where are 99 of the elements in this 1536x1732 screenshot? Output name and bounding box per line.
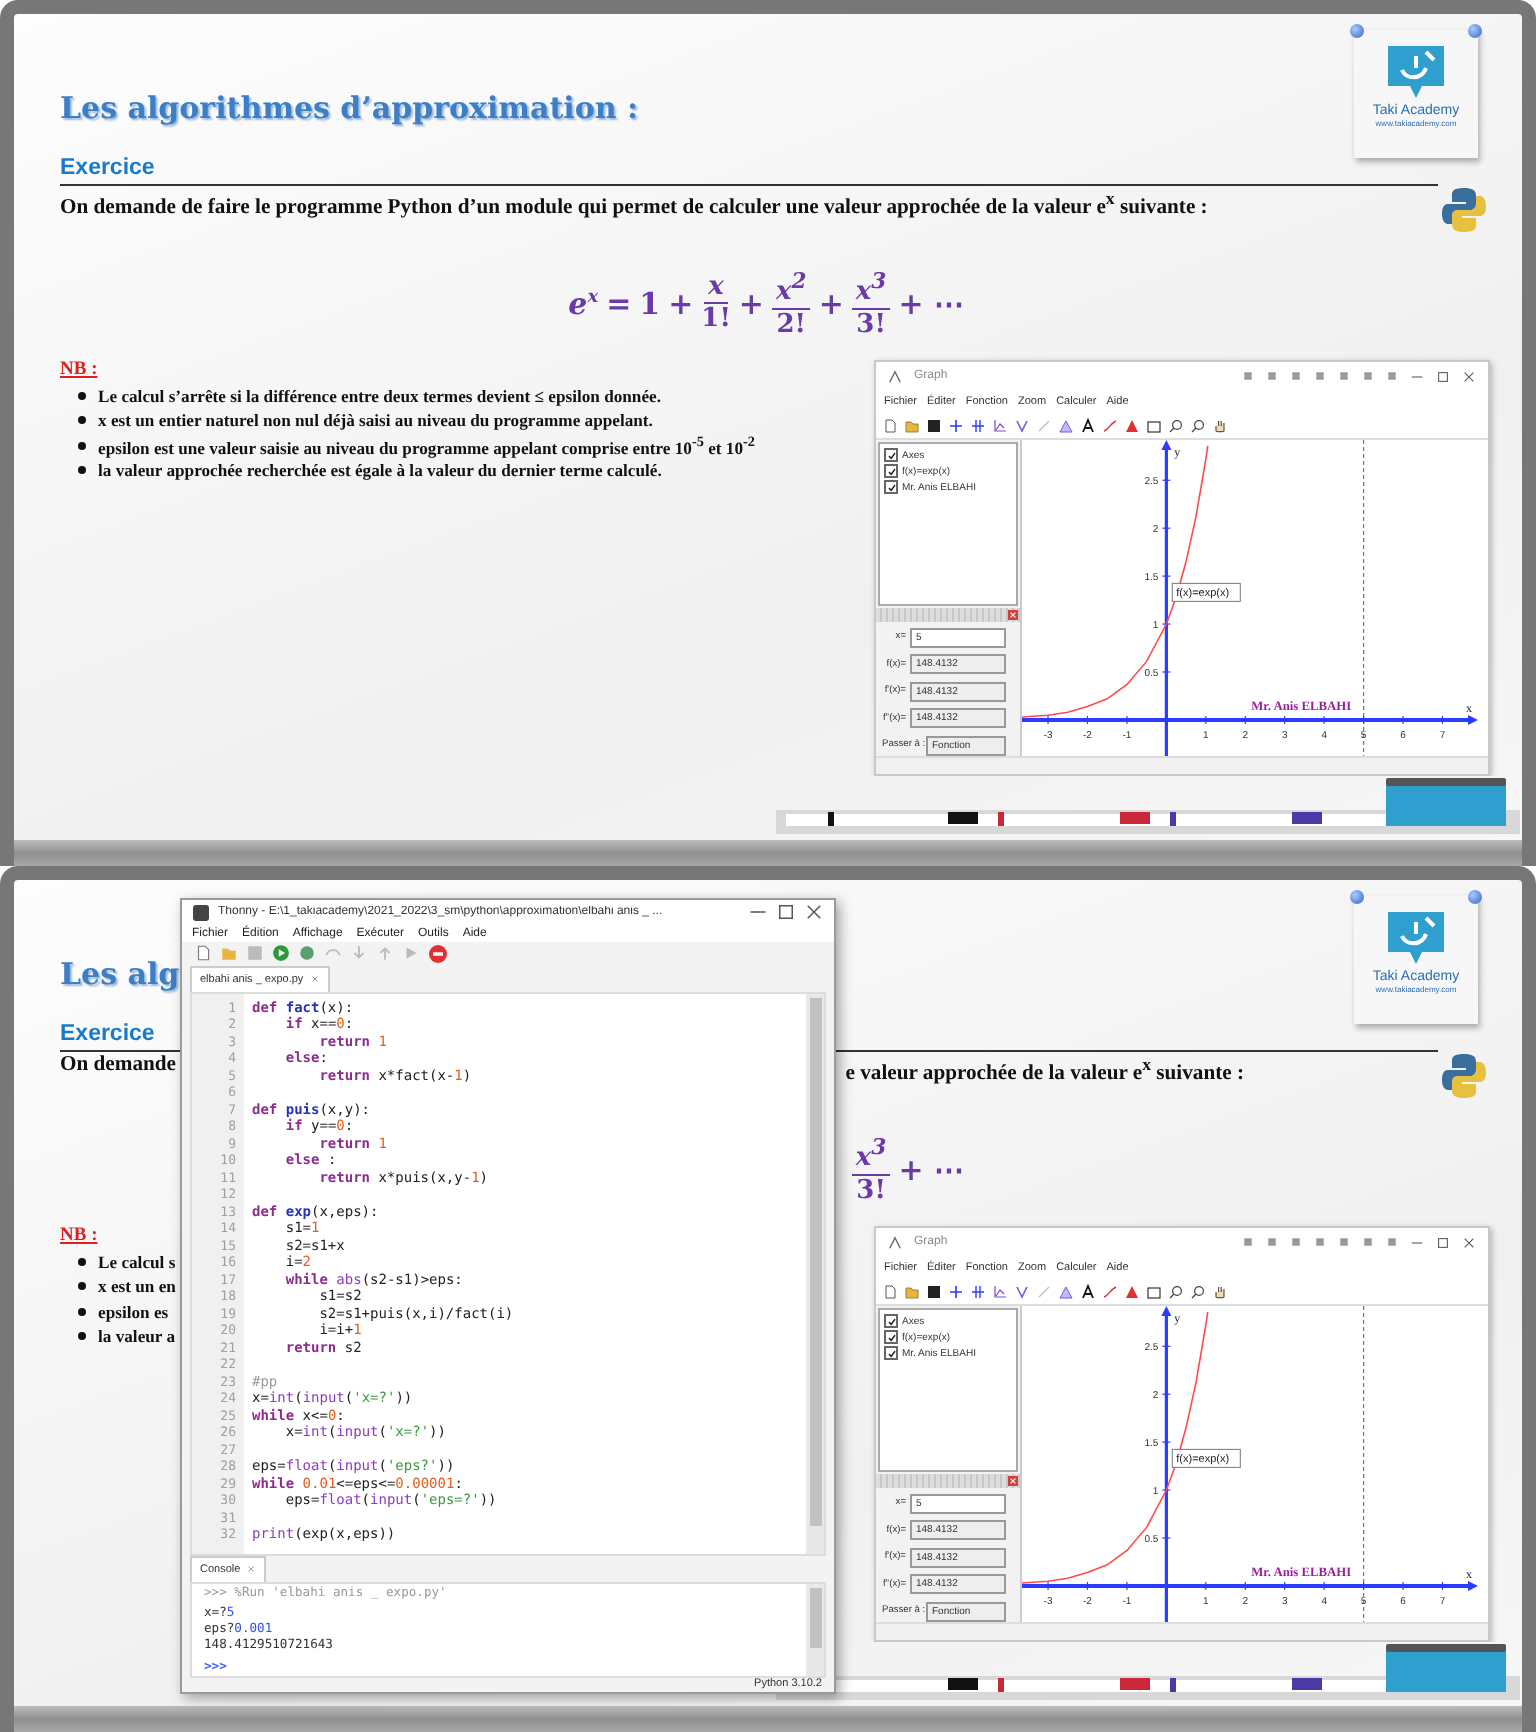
save-icon[interactable]: [926, 1283, 942, 1299]
python-logo-icon: [1438, 1050, 1490, 1103]
maximize-icon[interactable]: [1436, 1235, 1450, 1249]
curve-icon[interactable]: [1102, 1283, 1118, 1299]
plus-axes-icon[interactable]: [948, 1283, 964, 1299]
zoom-out-icon[interactable]: [1190, 1283, 1206, 1299]
zoom-in-icon[interactable]: [1168, 1283, 1184, 1299]
text-a-icon[interactable]: [1080, 1283, 1096, 1299]
logo-icon: [1382, 42, 1450, 102]
close-icon[interactable]: [804, 902, 824, 923]
scrollbar[interactable]: [806, 1583, 824, 1676]
window-icon[interactable]: [1146, 1283, 1162, 1299]
fraction: x$^{3}$ 3!: [851, 266, 891, 340]
pin-icon: [1468, 24, 1482, 38]
bullet-icon: [78, 392, 86, 401]
triangle-icon[interactable]: [1058, 417, 1074, 433]
checkbox[interactable]: [884, 1314, 898, 1328]
code-editor[interactable]: [190, 991, 826, 1556]
filled-shape-icon[interactable]: [1124, 417, 1140, 433]
maximize-icon[interactable]: [1436, 369, 1450, 383]
bullet-icon: [78, 1282, 86, 1291]
panel-splitter[interactable]: [876, 608, 1020, 622]
close-icon[interactable]: [1462, 1235, 1476, 1249]
checkbox[interactable]: [884, 448, 898, 462]
formula-operator: + ⋯: [898, 1151, 964, 1188]
note-item: epsilon es: [98, 1301, 169, 1322]
note-item: Le calcul s: [98, 1252, 176, 1273]
checkbox[interactable]: [884, 464, 898, 478]
checkbox[interactable]: [884, 1346, 898, 1360]
text-a-icon[interactable]: [1080, 417, 1096, 433]
open-folder-icon[interactable]: [904, 1283, 920, 1299]
note-item: la valeur approchée recherchée est égale à la valeur du dernier terme calculé.: [98, 460, 662, 481]
cross-axes-icon[interactable]: [970, 417, 986, 433]
formula-operator: + ⋯: [898, 285, 964, 322]
fraction: x$^{2}$ 2!: [772, 266, 811, 340]
zoom-out-icon[interactable]: [1190, 417, 1206, 433]
note-label: NB :: [60, 360, 98, 380]
triangle-icon[interactable]: [1058, 1283, 1074, 1299]
app-icon: [192, 903, 210, 922]
debug-icon[interactable]: [298, 944, 316, 963]
save-icon[interactable]: [926, 417, 942, 433]
fraction: x 1!: [701, 272, 731, 335]
slide-title: Les algorithmes d’approximation :: [60, 90, 639, 126]
bullet-icon: [78, 1332, 86, 1341]
statement-text: On demande de faire le programme Python d’un module qui permet de calculer une valeur approchée de la valeur e$^{x}$ suivante :: [60, 188, 1208, 220]
bullet-icon: [78, 1307, 86, 1316]
run-icon[interactable]: [272, 944, 290, 963]
python-logo-icon: [1438, 184, 1490, 237]
close-icon[interactable]: [1462, 369, 1476, 383]
note-item: Le calcul s’arrête si la différence entre deux termes devient ≤ epsilon donnée.: [98, 386, 661, 407]
formula-operator: =: [606, 285, 632, 322]
statement-text: On demande: [60, 1054, 176, 1081]
v-shape-icon[interactable]: [1014, 1283, 1030, 1299]
formula-term: e$^{x}$: [568, 285, 599, 322]
graph-icon[interactable]: [992, 1283, 1008, 1299]
bullet-icon: [78, 1258, 86, 1267]
app-icon: [888, 369, 902, 383]
checkbox[interactable]: [884, 480, 898, 494]
fraction: x$^{3}$ 3!: [851, 1132, 891, 1206]
graph-icon[interactable]: [992, 417, 1008, 433]
window-icon[interactable]: [1146, 417, 1162, 433]
formula-operator: +: [738, 285, 764, 322]
note-item: x est un entier naturel non nul déjà saisi au niveau du programme appelant.: [98, 410, 653, 431]
formula-operator: +: [818, 285, 844, 322]
statement-text: e valeur approchée de la valeur e$^{x}$ suivante :: [845, 1054, 1244, 1086]
checkbox[interactable]: [884, 1330, 898, 1344]
slide-title: Les alg: [60, 956, 180, 992]
section-heading: Exercice: [60, 156, 155, 184]
new-file-icon[interactable]: [882, 417, 898, 433]
zoom-in-icon[interactable]: [1168, 417, 1184, 433]
hand-icon[interactable]: [1212, 417, 1228, 433]
note-label: NB :: [60, 1226, 98, 1246]
plus-axes-icon[interactable]: [948, 417, 964, 433]
pin-icon: [1468, 890, 1482, 904]
cross-axes-icon[interactable]: [970, 1283, 986, 1299]
filled-shape-icon[interactable]: [1124, 1283, 1140, 1299]
new-file-icon[interactable]: [194, 944, 212, 963]
new-file-icon[interactable]: [882, 1283, 898, 1299]
panel-splitter[interactable]: [876, 1474, 1020, 1488]
curve-icon[interactable]: [1102, 417, 1118, 433]
open-folder-icon[interactable]: [904, 417, 920, 433]
scrollbar[interactable]: [806, 993, 824, 1554]
formula-term: 1: [639, 285, 661, 322]
bullet-icon: [78, 466, 86, 475]
note-item: epsilon est une valeur saisie au niveau du programme appelant comprise entre 10$^{-5}$ et 10$^{-2}$: [98, 433, 755, 458]
note-item: la valeur a: [98, 1326, 176, 1347]
section-heading: Exercice: [60, 1022, 155, 1050]
logo-icon: [1382, 908, 1450, 968]
pin-icon: [1350, 24, 1364, 38]
v-shape-icon[interactable]: [1014, 417, 1030, 433]
note-item: x est un en: [98, 1276, 176, 1297]
hand-icon[interactable]: [1212, 1283, 1228, 1299]
bullet-icon: [78, 441, 86, 450]
stop-icon[interactable]: [428, 943, 448, 964]
pin-icon: [1350, 890, 1364, 904]
app-icon: [888, 1235, 902, 1249]
bullet-icon: [78, 416, 86, 425]
formula-operator: +: [668, 285, 694, 322]
maximize-icon[interactable]: [776, 902, 796, 923]
